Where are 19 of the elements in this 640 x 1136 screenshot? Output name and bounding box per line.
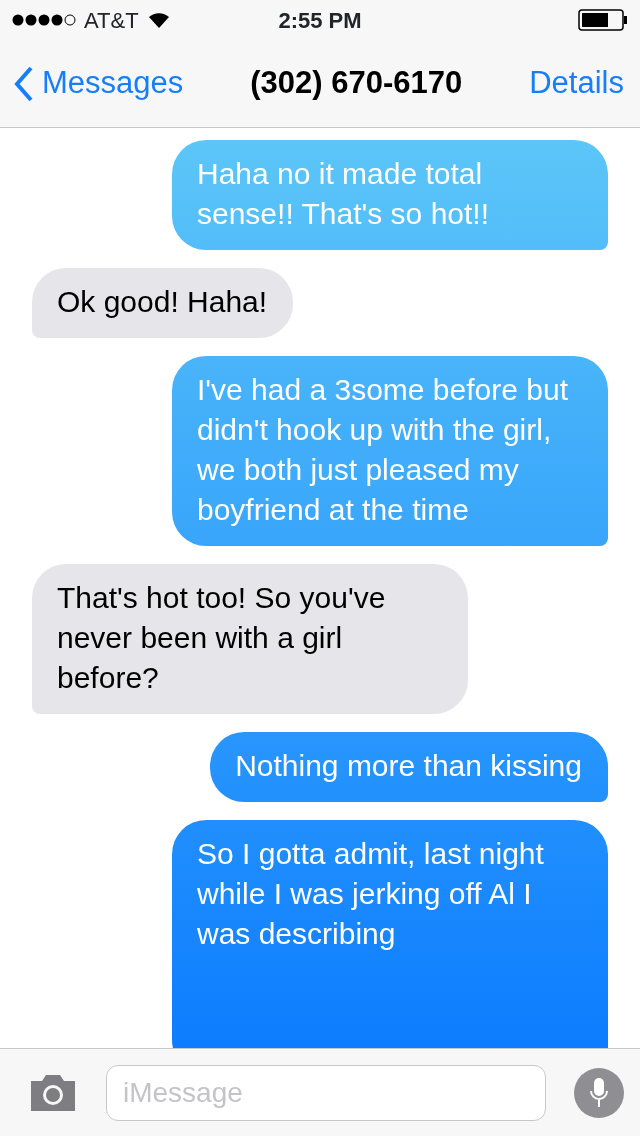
message-input[interactable]: iMessage bbox=[106, 1064, 546, 1121]
clock-time: 2:55 PM bbox=[278, 6, 362, 35]
sent-message-bubble: So I gotta admit, last night while I was jerking off Al I was describing bbox=[172, 820, 608, 1048]
carrier-name: AT&T bbox=[84, 6, 139, 35]
sent-message-bubble: I've had a 3some before but didn't hook up with the girl, we both just pleased my boyfriend at the time bbox=[172, 356, 608, 546]
camera-icon[interactable] bbox=[28, 1073, 78, 1112]
received-message-bubble: That's hot too! So you've never been with a girl before? bbox=[32, 564, 468, 714]
microphone-button[interactable] bbox=[574, 1067, 624, 1118]
microphone-icon bbox=[589, 1076, 609, 1109]
signal-icon bbox=[12, 14, 76, 26]
received-message-bubble: Ok good! Haha! bbox=[32, 268, 294, 338]
details-link[interactable]: Details bbox=[529, 60, 624, 107]
sent-message-bubble: Haha no it made total sense!! That's so hot!! bbox=[172, 140, 608, 250]
battery-icon bbox=[578, 9, 628, 31]
back-button[interactable]: Messages bbox=[14, 60, 184, 107]
back-chevron-icon bbox=[14, 65, 34, 102]
contact-title: (302) 670-6170 bbox=[250, 65, 463, 101]
wifi-icon bbox=[146, 11, 171, 29]
sent-message-bubble: Nothing more than kissing bbox=[210, 732, 608, 802]
